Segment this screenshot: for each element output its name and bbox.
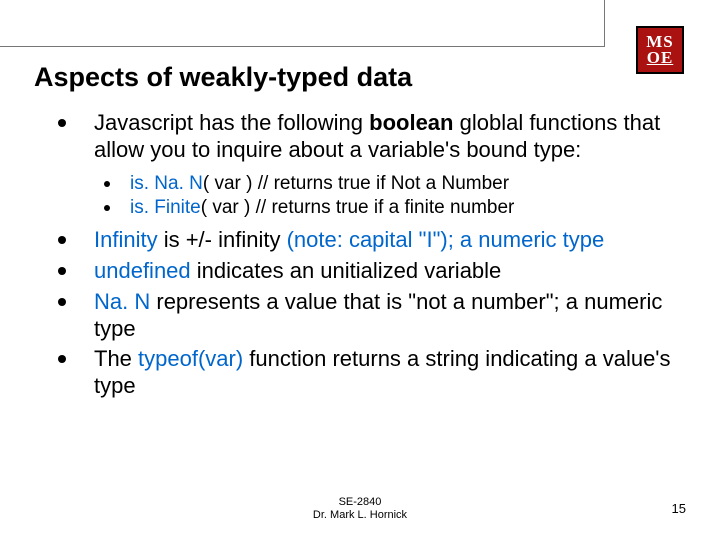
logo-line2: OE [647,50,674,66]
sub-bullet-2: is. Finite( var ) // returns true if a f… [94,196,676,221]
footer-course: SE-2840 [0,496,720,509]
code-typeof: typeof(var) [138,346,243,371]
footer-author: Dr. Mark L. Hornick [0,509,720,522]
kw-undefined: undefined [94,258,191,283]
code-isnan: is. Na. N [130,173,203,194]
slide-body: Javascript has the following boolean glo… [54,110,676,404]
bullet-2: Infinity is +/- infinity (note: capital … [54,227,676,254]
slide-title: Aspects of weakly-typed data [34,62,412,93]
bullet-1: Javascript has the following boolean glo… [54,110,676,164]
bullet-3: undefined indicates an unitialized varia… [54,258,676,285]
bullet-4: Na. N represents a value that is "not a … [54,289,676,343]
slide-footer: SE-2840 Dr. Mark L. Hornick [0,496,720,522]
header-rule [0,46,605,47]
page-number: 15 [672,501,686,516]
sub-bullet-1: is. Na. N( var ) // returns true if Not … [94,172,676,197]
code-isfinite: is. Finite [130,197,201,218]
bullet-5: The typeof(var) function returns a strin… [54,346,676,400]
header-vertical-rule [604,0,605,46]
msoe-logo: MS OE [636,26,684,74]
kw-nan: Na. N [94,289,150,314]
kw-infinity: Infinity [94,227,158,252]
